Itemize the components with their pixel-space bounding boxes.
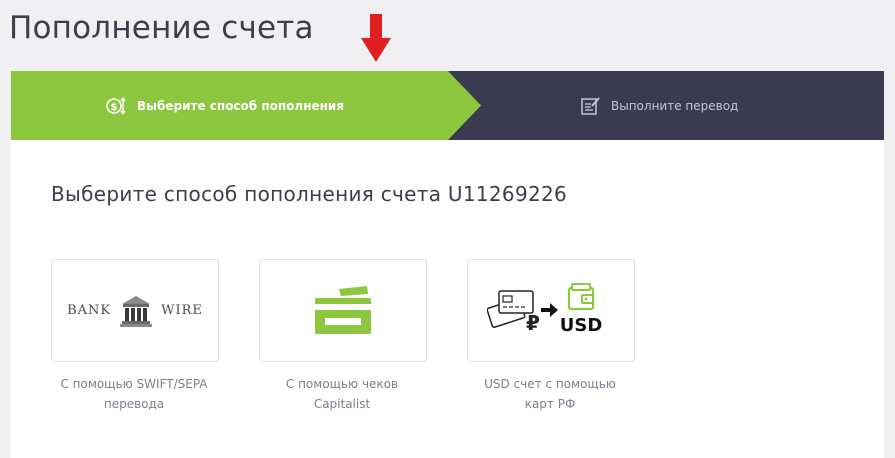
step-make-transfer[interactable]: Выполните перевод: [579, 71, 738, 140]
bank-wire-logo: BANK WIRE: [52, 260, 218, 361]
section-heading: Выберите способ пополнения счета U112692…: [51, 182, 568, 206]
option-caption-capitalist: С помощью чеков Capitalist: [252, 374, 432, 414]
red-down-arrow-icon: [361, 14, 391, 62]
step-label: Выберите способ пополнения: [137, 98, 345, 113]
caption-line: С помощью чеков: [285, 377, 399, 391]
card-ruble-to-usd-wallet-icon: ₽ USD: [487, 282, 603, 336]
edit-document-icon: [581, 96, 600, 115]
credit-card-icon: [315, 285, 371, 334]
step-label: Выполните перевод: [611, 98, 739, 113]
usd-label: USD: [560, 315, 603, 336]
option-capitalist-checks[interactable]: [259, 259, 427, 362]
step-choose-method[interactable]: $ Выберите способ пополнения: [105, 71, 344, 140]
page-title: Пополнение счета: [9, 10, 314, 46]
wire-text: WIRE: [161, 303, 203, 318]
option-caption-usd-rf: USD счет с помощью карт РФ: [460, 374, 640, 414]
main-card: Выберите способ пополнения счета U112692…: [11, 140, 884, 458]
money-arrows-icon: $: [106, 96, 126, 115]
caption-line: карт РФ: [524, 397, 576, 411]
svg-text:$: $: [111, 102, 118, 113]
stepper: $ Выберите способ пополнения Выполните п…: [11, 71, 884, 140]
option-bank-wire[interactable]: BANK WIRE: [51, 259, 219, 362]
option-caption-bank-wire: С помощью SWIFT/SEPA перевода: [44, 374, 224, 414]
ruble-symbol: ₽: [526, 311, 540, 335]
caption-line: Capitalist: [313, 397, 371, 411]
bank-building-icon: [120, 295, 153, 327]
caption-line: перевода: [103, 397, 165, 411]
caption-line: С помощью SWIFT/SEPA: [60, 377, 208, 391]
bank-text: BANK: [67, 303, 112, 318]
caption-line: USD счет с помощью: [484, 377, 616, 391]
option-usd-rf-cards[interactable]: ₽ USD: [467, 259, 635, 362]
